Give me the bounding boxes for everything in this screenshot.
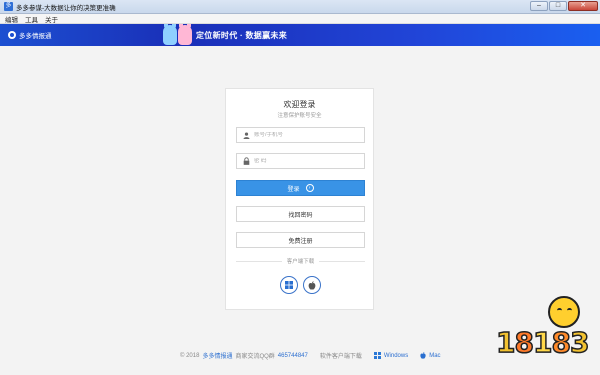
arrow-right-circle-icon: › [305, 184, 314, 192]
login-title: 欢迎登录 [283, 100, 316, 109]
login-button[interactable]: 登录 › [236, 180, 365, 196]
client-download-label: 软件客户端下载 [319, 354, 362, 360]
account-field[interactable] [236, 127, 365, 143]
login-subtitle: 注意保护账号安全 [277, 113, 322, 119]
brand-logo: 多多情报通 [8, 30, 52, 40]
user-icon [242, 131, 250, 139]
mascot-blue-image [163, 24, 177, 45]
sun-mascot-icon [548, 296, 580, 328]
mascot-pink-image [178, 24, 192, 45]
register-button[interactable]: 免费注册 [236, 232, 365, 248]
mac-download-button[interactable] [303, 276, 321, 294]
download-label: 客户端下载 [286, 259, 315, 265]
qq-group-label: 商家交流QQ群 [235, 354, 275, 360]
banner-slogan: 定位新时代 · 数据赢未来 [196, 31, 288, 40]
windows-icon [373, 352, 381, 359]
logo-icon [8, 31, 16, 39]
download-divider: 客户端下载 [236, 257, 366, 265]
brand-name: 多多情报通 [19, 33, 52, 40]
app-icon: 多 [4, 2, 13, 11]
windows-icon [285, 281, 293, 289]
menu-edit[interactable]: 编辑 [5, 14, 18, 24]
menubar: 编辑 工具 关于 [0, 14, 600, 24]
lock-icon [242, 157, 250, 165]
footer-brand-link[interactable]: 多多情报通 [202, 351, 232, 360]
window-titlebar: 多 多多参谋-大数据让你的决策更准确 – □ ✕ [0, 0, 600, 14]
forgot-password-button[interactable]: 找回密码 [236, 206, 365, 222]
window-title: 多多参谋-大数据让你的决策更准确 [16, 4, 116, 12]
watermark-logo: 18183 [495, 296, 594, 366]
login-card: 欢迎登录 注意保护账号安全 登录 › 找回密码 免费注册 客户端下载 [225, 88, 374, 310]
windows-download-button[interactable] [280, 276, 298, 294]
copyright-text: © 2018 [180, 352, 200, 359]
menu-tools[interactable]: 工具 [25, 14, 38, 24]
password-field[interactable] [236, 153, 365, 169]
close-button[interactable]: ✕ [568, 1, 598, 11]
account-input[interactable] [254, 132, 354, 138]
menu-about[interactable]: 关于 [45, 14, 58, 24]
header-banner: 多多情报通 定位新时代 · 数据赢未来 [0, 24, 600, 46]
minimize-button[interactable]: – [530, 1, 548, 11]
apple-icon [308, 280, 316, 290]
footer: © 2018 多多情报通 商家交流QQ群 465744847 软件客户端下载 W… [180, 351, 441, 360]
maximize-button[interactable]: □ [549, 1, 567, 11]
qq-group-number[interactable]: 465744847 [278, 353, 308, 359]
footer-mac-link[interactable]: Mac [429, 353, 440, 359]
password-input[interactable] [254, 158, 354, 164]
apple-icon [420, 352, 426, 359]
watermark-text: 18183 [495, 325, 590, 360]
footer-windows-link[interactable]: Windows [384, 353, 408, 359]
login-button-label: 登录 [287, 186, 300, 193]
window-controls: – □ ✕ [530, 1, 598, 11]
